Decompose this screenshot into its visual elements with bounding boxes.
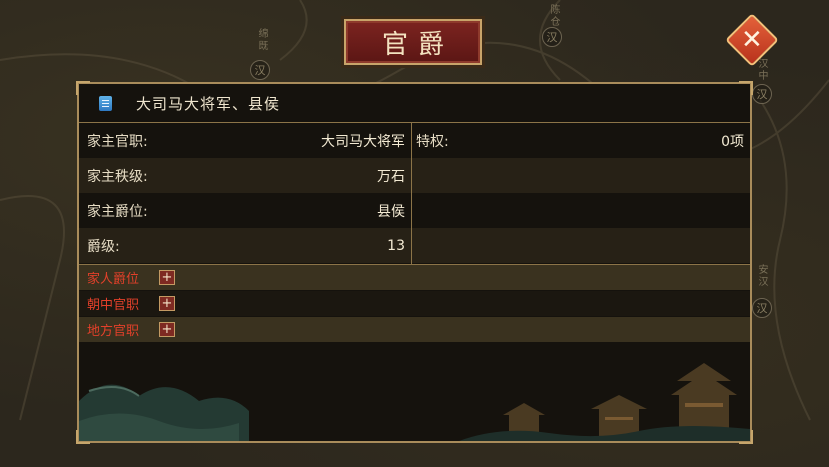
stat-label: 特权: — [416, 133, 449, 150]
stats-right-column: 特权: 0项 — [412, 123, 750, 264]
stat-row-salary-rank: 家主秩级: 万石 — [79, 158, 411, 193]
map-city-label: 安汉 — [756, 264, 767, 288]
stat-value: 县侯 — [377, 203, 405, 220]
rank-panel: 大司马大将军、县侯 家主官职: 大司马大将军 家主秩级: 万石 家主爵位: 县侯… — [76, 81, 753, 444]
panel-header: 大司马大将军、县侯 — [79, 84, 750, 123]
stat-label: 爵级: — [87, 238, 120, 255]
section-label: 家人爵位 — [87, 272, 140, 287]
stat-row-privileges: 特权: 0项 — [412, 123, 750, 158]
section-court-office[interactable]: 朝中官职 + — [79, 291, 750, 316]
stat-row-empty — [412, 193, 750, 228]
stat-label: 家主秩级: — [87, 168, 148, 185]
stats-table: 家主官职: 大司马大将军 家主秩级: 万石 家主爵位: 县侯 爵级: 13 特权… — [79, 123, 750, 265]
map-marker[interactable]: 汉 — [542, 27, 562, 47]
expand-button[interactable]: + — [159, 322, 175, 337]
official-title: 大司马大将军、县侯 — [136, 94, 281, 113]
stat-row-empty — [412, 228, 750, 263]
stat-value: 0项 — [721, 133, 744, 150]
stats-left-column: 家主官职: 大司马大将军 家主秩级: 万石 家主爵位: 县侯 爵级: 13 — [79, 123, 412, 264]
close-icon: ✕ — [741, 24, 763, 55]
stat-row-office: 家主官职: 大司马大将军 — [79, 123, 411, 158]
section-label: 朝中官职 — [87, 298, 140, 313]
scenery-decoration — [79, 363, 750, 441]
section-label: 地方官职 — [87, 324, 140, 339]
section-local-office[interactable]: 地方官职 + — [79, 317, 750, 342]
stat-label: 家主爵位: — [87, 203, 148, 220]
stat-row-peerage: 家主爵位: 县侯 — [79, 193, 411, 228]
stat-value: 大司马大将军 — [321, 133, 405, 150]
map-city-label: 绵既 — [256, 28, 267, 52]
section-list: 家人爵位 + 朝中官职 + 地方官职 + — [79, 265, 750, 343]
page-title: 官爵 — [344, 19, 482, 65]
stat-label: 家主官职: — [87, 133, 148, 150]
section-family-peerage[interactable]: 家人爵位 + — [79, 265, 750, 290]
stat-row-peerage-level: 爵级: 13 — [79, 228, 411, 263]
stat-value: 万石 — [377, 168, 405, 185]
map-marker[interactable]: 汉 — [752, 84, 772, 104]
stat-value: 13 — [387, 237, 405, 254]
map-city-label: 陈仓 — [548, 4, 559, 28]
expand-button[interactable]: + — [159, 270, 175, 285]
map-marker[interactable]: 汉 — [752, 298, 772, 318]
map-marker[interactable]: 汉 — [250, 60, 270, 80]
stat-row-empty — [412, 158, 750, 193]
document-icon — [99, 95, 112, 111]
expand-button[interactable]: + — [159, 296, 175, 311]
